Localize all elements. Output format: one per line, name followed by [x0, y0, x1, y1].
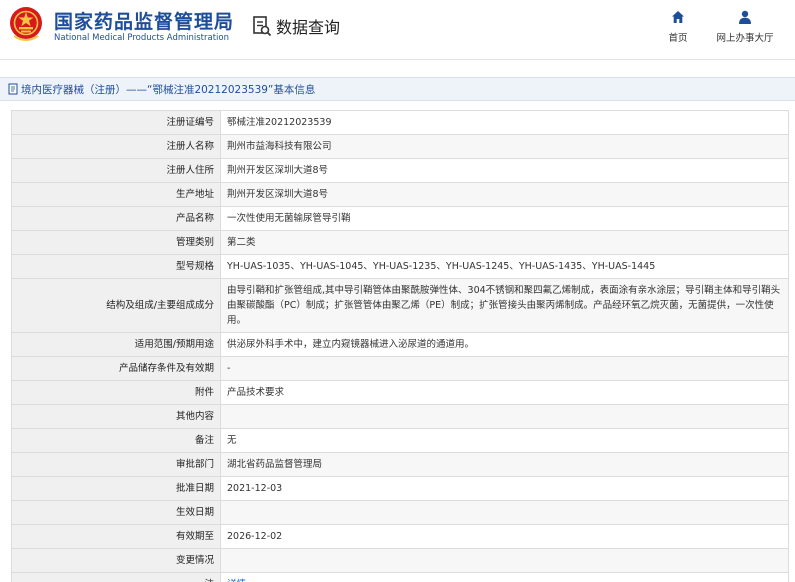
field-value — [220, 500, 789, 525]
field-label: 注册人住所 — [11, 158, 221, 183]
field-value: 2021-12-03 — [220, 476, 789, 501]
field-value: 荆州开发区深圳大道8号 — [220, 182, 789, 207]
field-label: 审批部门 — [11, 452, 221, 477]
table-row: 审批部门 湖北省药品监督管理局 — [11, 452, 789, 477]
field-value: YH-UAS-1035、YH-UAS-1045、YH-UAS-1235、YH-U… — [220, 254, 789, 279]
field-value: 产品技术要求 — [220, 380, 789, 405]
user-icon — [739, 10, 751, 24]
record-title-bar: 境内医疗器械（注册）——“鄂械注准20212023539”基本信息 — [0, 77, 795, 101]
field-label: 有效期至 — [11, 524, 221, 549]
table-row: 有效期至 2026-12-02 — [11, 524, 789, 549]
field-label: 变更情况 — [11, 548, 221, 573]
home-icon — [672, 11, 684, 23]
table-row: 生产地址 荆州开发区深圳大道8号 — [11, 182, 789, 207]
table-row: 变更情况 — [11, 548, 789, 573]
nav-home-label: 首页 — [668, 33, 688, 44]
field-label: 型号规格 — [11, 254, 221, 279]
nav-home-button[interactable]: 首页 — [660, 10, 696, 44]
table-row: 注 详情 — [11, 572, 789, 582]
table-row: 其他内容 — [11, 404, 789, 429]
field-label: 附件 — [11, 380, 221, 405]
note-label: 注 — [11, 572, 221, 582]
table-row: 注册证编号 鄂械注准20212023539 — [11, 110, 789, 135]
field-label: 备注 — [11, 428, 221, 453]
record-title: 境内医疗器械（注册）——“鄂械注准20212023539”基本信息 — [21, 83, 316, 96]
table-row: 批准日期 2021-12-03 — [11, 476, 789, 501]
table-row: 产品名称 一次性使用无菌输尿管导引鞘 — [11, 206, 789, 231]
table-row: 备注 无 — [11, 428, 789, 453]
table-row: 附件 产品技术要求 — [11, 380, 789, 405]
field-label: 产品名称 — [11, 206, 221, 231]
field-value: 鄂械注准20212023539 — [220, 110, 789, 135]
field-value: 荆州市益海科技有限公司 — [220, 134, 789, 159]
brand-title-en: National Medical Products Administration — [54, 33, 229, 43]
note-value: 详情 — [220, 572, 789, 582]
field-label: 注册人名称 — [11, 134, 221, 159]
field-value: 一次性使用无菌输尿管导引鞘 — [220, 206, 789, 231]
nav-online-hall-button[interactable]: 网上办事大厅 — [712, 10, 778, 44]
registration-info-table: 注册证编号 鄂械注准20212023539 注册人名称 荆州市益海科技有限公司 … — [11, 110, 789, 582]
document-icon — [8, 83, 18, 95]
table-row: 注册人住所 荆州开发区深圳大道8号 — [11, 158, 789, 183]
field-label: 结构及组成/主要组成成分 — [11, 278, 221, 333]
table-row: 管理类别 第二类 — [11, 230, 789, 255]
field-value: 第二类 — [220, 230, 789, 255]
data-query-icon — [253, 16, 272, 37]
field-value — [220, 548, 789, 573]
field-value: 荆州开发区深圳大道8号 — [220, 158, 789, 183]
field-value: 供泌尿外科手术中，建立内窥镜器械进入泌尿道的通道用。 — [220, 332, 789, 357]
field-label: 其他内容 — [11, 404, 221, 429]
field-label: 生效日期 — [11, 500, 221, 525]
field-label: 生产地址 — [11, 182, 221, 207]
data-query-label: 数据查询 — [276, 18, 341, 37]
site-header: 国家药品监督管理局 National Medical Products Admi… — [0, 0, 795, 60]
field-value: 2026-12-02 — [220, 524, 789, 549]
data-query-heading[interactable]: 数据查询 — [252, 14, 340, 38]
field-value: - — [220, 356, 789, 381]
brand-title-cn: 国家药品监督管理局 — [54, 11, 235, 33]
field-label: 管理类别 — [11, 230, 221, 255]
field-value: 由导引鞘和扩张管组成,其中导引鞘管体由聚酰胺弹性体、304不锈钢和聚四氟乙烯制成… — [220, 278, 789, 333]
field-label: 适用范围/预期用途 — [11, 332, 221, 357]
table-row: 产品储存条件及有效期 - — [11, 356, 789, 381]
field-value: 湖北省药品监督管理局 — [220, 452, 789, 477]
table-row: 生效日期 — [11, 500, 789, 525]
table-row: 注册人名称 荆州市益海科技有限公司 — [11, 134, 789, 159]
table-row: 结构及组成/主要组成成分 由导引鞘和扩张管组成,其中导引鞘管体由聚酰胺弹性体、3… — [11, 278, 789, 333]
nav-online-hall-label: 网上办事大厅 — [716, 33, 774, 44]
table-row: 型号规格 YH-UAS-1035、YH-UAS-1045、YH-UAS-1235… — [11, 254, 789, 279]
field-value: 无 — [220, 428, 789, 453]
table-row: 适用范围/预期用途 供泌尿外科手术中，建立内窥镜器械进入泌尿道的通道用。 — [11, 332, 789, 357]
field-label: 产品储存条件及有效期 — [11, 356, 221, 381]
field-value — [220, 404, 789, 429]
field-label: 注册证编号 — [11, 110, 221, 135]
field-label: 批准日期 — [11, 476, 221, 501]
national-emblem-icon — [10, 7, 42, 41]
